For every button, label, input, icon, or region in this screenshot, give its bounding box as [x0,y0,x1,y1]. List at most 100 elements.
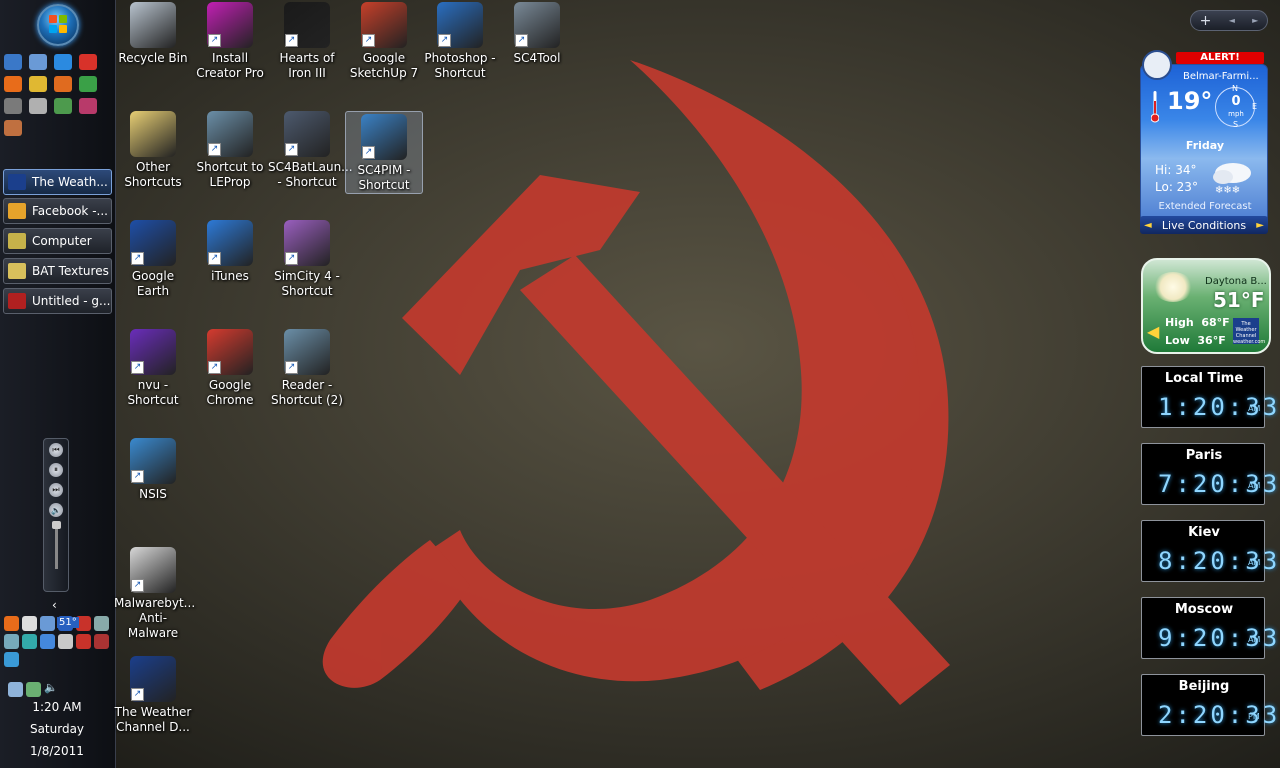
firefox-icon[interactable] [54,76,72,92]
sidebar-controls: + ◄ ► [1190,10,1268,31]
tray-app-icon[interactable] [4,652,19,667]
desktop-icon-label: Google Earth [131,269,175,298]
tray-temperature[interactable]: 51° [57,617,79,628]
weather-alert-badge[interactable]: ALERT! [1176,52,1264,64]
desktop-icon-label: Hearts of Iron III [279,51,335,80]
tray-app-icon[interactable] [4,634,19,649]
desktop-icon-label: Google SketchUp 7 [349,51,419,80]
speaker-icon[interactable]: 🔈 [44,681,58,694]
desktop-icon-hearts-of-iron[interactable]: ↗ Hearts of Iron III [268,2,346,81]
taskbar-clock-day[interactable]: Saturday [0,722,114,736]
tray-app-icon[interactable] [94,616,109,631]
desktop-icon-weather-channel-desktop[interactable]: ↗ The Weather Channel D... [114,656,192,735]
desktop-icon-sc4tool[interactable]: ↗ SC4Tool [498,2,576,66]
tray-app-icon[interactable] [22,616,37,631]
live-conditions-label[interactable]: Live Conditions [1162,219,1246,232]
shortcut-arrow-icon: ↗ [362,146,375,159]
next-view-button[interactable]: ► [1256,220,1264,231]
desktop-icon-recycle-bin[interactable]: Recycle Bin [114,2,192,66]
add-gadget-button[interactable]: + [1200,13,1212,29]
desktop-icon-label: Recycle Bin [118,51,188,65]
task-weather-channel[interactable]: The Weath... [3,169,112,195]
task-untitled[interactable]: Untitled - g... [3,288,112,314]
forecast-low: Lo: 23° [1155,180,1198,194]
desktop-icon-google-sketchup[interactable]: ↗ Google SketchUp 7 [345,2,423,81]
taskbar-clock-date[interactable]: 1/8/2011 [0,744,114,758]
desktop-icon-photoshop-shortcut[interactable]: ↗ Photoshop - Shortcut [421,2,499,81]
volume-icon[interactable]: 🔊 [49,503,63,517]
battery-icon[interactable] [26,682,41,697]
app-icon[interactable] [79,54,97,70]
desktop-icon-sc4batlauncher-shortcut[interactable]: ↗ SC4BatLaun... - Shortcut [268,111,353,190]
clock-gadget[interactable]: Local Time 1:20:33 AM [1141,366,1277,428]
task-bat-textures[interactable]: BAT Textures [3,258,112,284]
desktop-icon-reader-shortcut[interactable]: ↗ Reader - Shortcut (2) [268,329,346,408]
desktop-icon-label: NSIS [139,487,167,501]
tray-app-icon[interactable] [4,616,19,631]
desktop-icon-sc4pim-shortcut[interactable]: ↗ SC4PIM - Shortcut [345,111,423,194]
previous-track-button[interactable]: ⏮ [49,443,63,457]
tray-app-icon[interactable] [76,634,91,649]
desktop-icon-google-chrome[interactable]: ↗ Google Chrome [191,329,269,408]
folder-icon [8,263,26,279]
clock-gadget[interactable]: Beijing 2:20:33 PM [1141,674,1277,736]
high-label: High [1165,316,1194,329]
desktop-icon-nvu-shortcut[interactable]: ↗ nvu - Shortcut [114,329,192,408]
task-facebook[interactable]: Facebook -... [3,198,112,224]
clock-gadget[interactable]: Paris 7:20:33 AM [1141,443,1277,505]
app-icon[interactable] [29,98,47,114]
itunes-icon: ↗ [207,220,253,266]
weather-gadget[interactable]: ALERT! Belmar-Farmi... 19° N E 0 mph S F… [1140,50,1268,236]
chevron-left-icon[interactable]: ‹ [52,598,57,612]
app-icon[interactable] [79,98,97,114]
app-icon[interactable] [4,120,22,136]
previous-gadgets-button[interactable]: ◄ [1229,16,1235,25]
task-computer[interactable]: Computer [3,228,112,254]
desktop-icon-simcity4-shortcut[interactable]: ↗ SimCity 4 - Shortcut [268,220,346,299]
weather-channel-logo[interactable]: The Weather Channel weather.com [1233,318,1265,345]
app-icon[interactable] [4,76,22,92]
next-track-button[interactable]: ⏭ [49,483,63,497]
chevron-left-icon[interactable]: ◀ [1147,322,1159,341]
desktop-icon-install-creator-pro[interactable]: ↗ Install Creator Pro [191,2,269,81]
app-icon[interactable] [4,98,22,114]
tray-app-icon[interactable] [58,634,73,649]
volume-slider-handle[interactable] [52,521,61,529]
show-desktop-icon[interactable] [4,54,22,70]
weather-channel-gadget[interactable]: Daytona B... 51°F ◀ High 68°F Low 36°F T… [1141,258,1271,354]
next-gadgets-button[interactable]: ► [1252,16,1258,25]
task-label: BAT Textures [32,264,109,278]
taskbar-clock-time[interactable]: 1:20 AM [0,700,114,714]
start-button[interactable] [37,4,79,46]
tray-app-icon[interactable] [40,616,55,631]
desktop-icon-itunes[interactable]: ↗ iTunes [191,220,269,284]
wind-unit: mph [1228,110,1244,118]
desktop-icon-nsis[interactable]: ↗ NSIS [114,438,192,502]
clock-ampm: AM [1248,558,1261,567]
media-player-icon[interactable] [29,76,47,92]
network-icon[interactable] [8,682,23,697]
switch-windows-icon[interactable] [29,54,47,70]
internet-explorer-icon[interactable] [54,54,72,70]
desktop-icon-other-shortcuts[interactable]: Other Shortcuts [114,111,192,190]
desktop-icon-leprop-shortcut[interactable]: ↗ Shortcut to LEProp [191,111,269,190]
weather-channel-desktop-icon: ↗ [130,656,176,702]
desktop-icon-malwarebytes[interactable]: ↗ Malwarebyt... Anti-Malware [114,547,195,641]
media-controls: ⏮ ⏸ ⏭ 🔊 [43,438,69,592]
pause-button[interactable]: ⏸ [49,463,63,477]
weather-gadget-logo-icon [1142,50,1172,80]
shortcut-arrow-icon: ↗ [131,252,144,265]
chrome-icon[interactable] [79,76,97,92]
tray-app-icon[interactable] [40,634,55,649]
desktop-icon-google-earth[interactable]: ↗ Google Earth [114,220,192,299]
shortcut-arrow-icon: ↗ [285,361,298,374]
clock-time: 9:20:33 [1158,624,1280,652]
extended-forecast-link[interactable]: Extended Forecast [1141,201,1267,212]
tray-app-icon[interactable] [22,634,37,649]
previous-view-button[interactable]: ◄ [1144,220,1152,231]
clock-gadget[interactable]: Moscow 9:20:33 AM [1141,597,1277,659]
tray-app-icon[interactable] [94,634,109,649]
app-icon [8,293,26,309]
app-icon[interactable] [54,98,72,114]
clock-gadget[interactable]: Kiev 8:20:33 AM [1141,520,1277,582]
